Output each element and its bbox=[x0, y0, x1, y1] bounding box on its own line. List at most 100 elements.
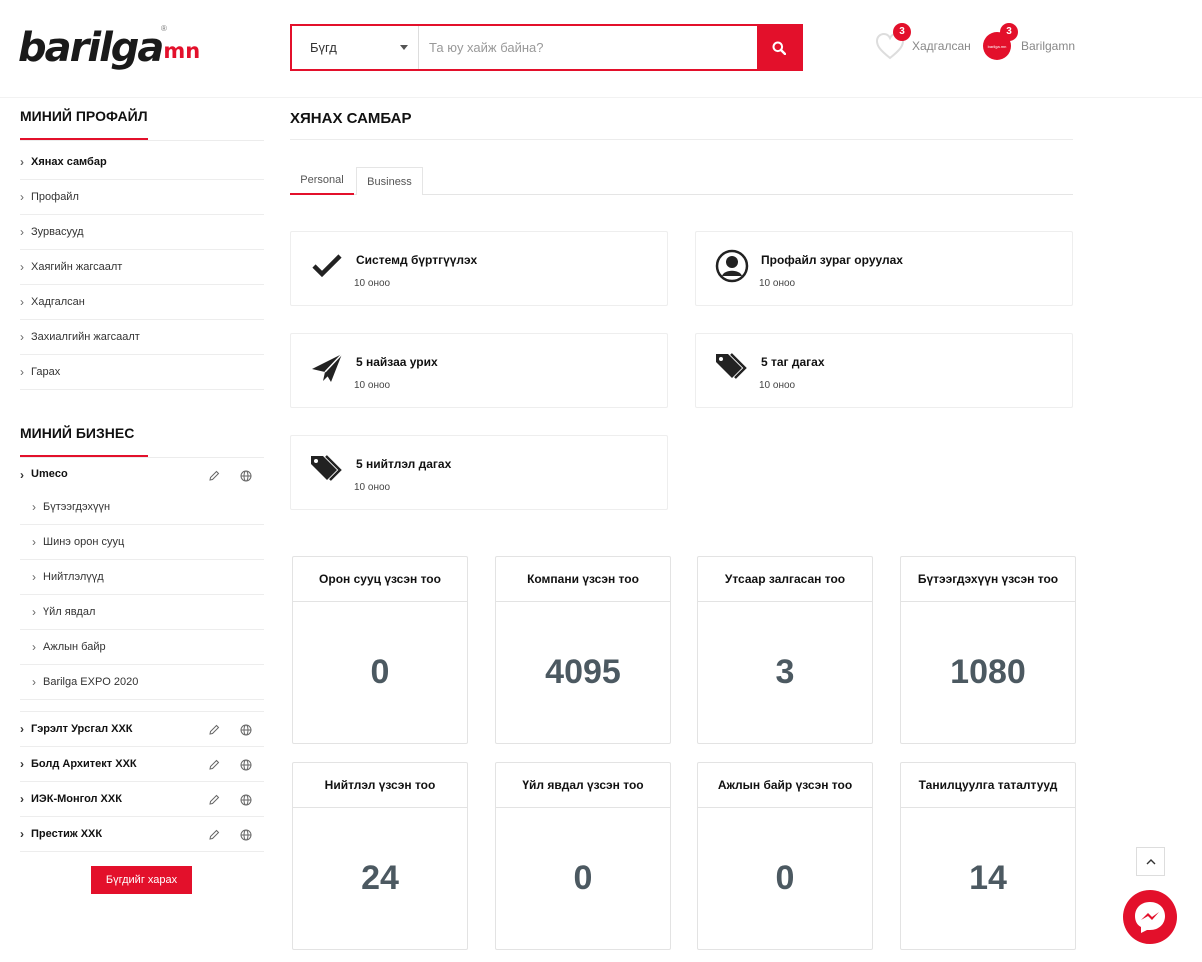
sidebar-item-profile[interactable]: Профайл bbox=[20, 180, 264, 215]
business-section-title: МИНИЙ БИЗНЕС bbox=[20, 425, 264, 457]
divider bbox=[20, 140, 264, 141]
task-title: 5 найзаа урих bbox=[356, 355, 438, 369]
sidebar-item-messages[interactable]: Зурвасууд bbox=[20, 215, 264, 250]
tags-icon bbox=[716, 353, 747, 379]
divider bbox=[20, 700, 264, 712]
tab-personal[interactable]: Personal bbox=[290, 167, 354, 195]
edit-icon[interactable] bbox=[208, 759, 220, 771]
globe-icon[interactable] bbox=[240, 829, 252, 841]
header-divider bbox=[0, 97, 1202, 98]
stat-value: 1080 bbox=[950, 653, 1026, 691]
profile-menu: Хянах самбар Профайл Зурвасууд Хаягийн ж… bbox=[20, 145, 264, 390]
logo-suffix: mn bbox=[163, 39, 201, 63]
edit-icon[interactable] bbox=[208, 794, 220, 806]
sidebar-item-addresses[interactable]: Хаягийн жагсаалт bbox=[20, 250, 264, 285]
stat-value: 0 bbox=[370, 653, 390, 691]
edit-icon[interactable] bbox=[208, 724, 220, 736]
stat-label: Нийтлэл үзсэн тоо bbox=[293, 763, 467, 808]
saved-label: Хадгалсан bbox=[912, 39, 971, 53]
business-name: Umeco bbox=[31, 468, 68, 480]
business-name: Гэрэлт Урсгал ХХК bbox=[31, 723, 133, 735]
task-title: Профайл зураг оруулах bbox=[761, 253, 903, 267]
submenu-item-events[interactable]: Үйл явдал bbox=[20, 595, 264, 630]
task-points: 10 оноо bbox=[354, 278, 391, 289]
sidebar: МИНИЙ ПРОФАЙЛ Хянах самбар Профайл Зурва… bbox=[20, 108, 264, 852]
account-label: Barilgamn bbox=[1021, 39, 1076, 53]
see-all-button[interactable]: Бүгдийг харах bbox=[91, 866, 192, 894]
tab-business[interactable]: Business bbox=[356, 167, 423, 195]
saved-count-badge: 3 bbox=[893, 23, 911, 41]
user-circle-icon bbox=[715, 249, 749, 283]
saved-link[interactable]: 3 Хадгалсан bbox=[875, 23, 971, 60]
business-name: Престиж ХХК bbox=[31, 828, 103, 840]
business-row[interactable]: ИЭК-Монгол ХХК bbox=[20, 782, 264, 817]
globe-icon[interactable] bbox=[240, 724, 252, 736]
check-icon bbox=[312, 254, 342, 278]
task-title: Системд бүртгүүлэх bbox=[356, 253, 478, 267]
task-points: 10 оноо bbox=[354, 380, 391, 391]
sidebar-item-saved[interactable]: Хадгалсан bbox=[20, 285, 264, 320]
stat-value: 4095 bbox=[545, 653, 621, 691]
divider bbox=[290, 139, 1073, 140]
business-submenu: Бүтээгдэхүүн Шинэ орон сууц Нийтлэлүүд Ү… bbox=[20, 490, 264, 700]
page-title: ХЯНАХ САМБАР bbox=[290, 110, 412, 127]
caret-down-icon bbox=[400, 45, 408, 50]
stat-label: Танилцуулга таталтууд bbox=[901, 763, 1075, 808]
submenu-item-products[interactable]: Бүтээгдэхүүн bbox=[20, 490, 264, 525]
tab-bar: Personal Business bbox=[290, 167, 1073, 195]
sidebar-item-logout[interactable]: Гарах bbox=[20, 355, 264, 390]
stat-label: Утсаар залгасан тоо bbox=[698, 557, 872, 602]
task-card[interactable]: Профайл зураг оруулах 10 оноо bbox=[695, 231, 1073, 306]
stat-card: Утсаар залгасан тоо 3 bbox=[697, 556, 873, 744]
stat-label: Бүтээгдэхүүн үзсэн тоо bbox=[901, 557, 1075, 602]
business-row[interactable]: Болд Архитект ХХК bbox=[20, 747, 264, 782]
logo-reg-mark: ® bbox=[161, 24, 167, 33]
account-link[interactable]: barilga.mn 3 Barilgamn bbox=[983, 23, 1076, 60]
stat-label: Орон сууц үзсэн тоо bbox=[293, 557, 467, 602]
search-button[interactable] bbox=[757, 26, 801, 69]
search-icon bbox=[772, 41, 786, 55]
stat-card: Компани үзсэн тоо 4095 bbox=[495, 556, 671, 744]
search-input[interactable] bbox=[419, 26, 757, 69]
site-logo[interactable]: barilga mn ® bbox=[18, 22, 200, 68]
task-card[interactable]: 5 таг дагах 10 оноо bbox=[695, 333, 1073, 408]
business-row[interactable]: Umeco bbox=[20, 458, 264, 490]
stat-label: Ажлын байр үзсэн тоо bbox=[698, 763, 872, 808]
tags-icon bbox=[311, 455, 342, 481]
stat-value: 0 bbox=[775, 859, 795, 897]
category-select-value: Бүгд bbox=[310, 40, 337, 55]
edit-icon[interactable] bbox=[208, 470, 220, 482]
submenu-item-expo[interactable]: Barilga EXPO 2020 bbox=[20, 665, 264, 700]
profile-section-title: МИНИЙ ПРОФАЙЛ bbox=[20, 108, 264, 140]
logo-text: barilga bbox=[18, 25, 164, 71]
globe-icon[interactable] bbox=[240, 759, 252, 771]
edit-icon[interactable] bbox=[208, 829, 220, 841]
stat-label: Компани үзсэн тоо bbox=[496, 557, 670, 602]
task-card[interactable]: Системд бүртгүүлэх 10 оноо bbox=[290, 231, 668, 306]
task-card[interactable]: 5 найзаа урих 10 оноо bbox=[290, 333, 668, 408]
stat-value: 0 bbox=[573, 859, 593, 897]
category-select[interactable]: Бүгд bbox=[292, 26, 419, 69]
sidebar-item-dashboard[interactable]: Хянах самбар bbox=[20, 145, 264, 180]
submenu-item-new-apartments[interactable]: Шинэ орон сууц bbox=[20, 525, 264, 560]
sidebar-item-orders[interactable]: Захиалгийн жагсаалт bbox=[20, 320, 264, 355]
globe-icon[interactable] bbox=[240, 794, 252, 806]
account-count-badge: 3 bbox=[1000, 23, 1018, 41]
stat-card: Үйл явдал үзсэн тоо 0 bbox=[495, 762, 671, 950]
stat-card: Нийтлэл үзсэн тоо 24 bbox=[292, 762, 468, 950]
chevron-up-icon bbox=[1146, 858, 1155, 864]
submenu-item-jobs[interactable]: Ажлын байр bbox=[20, 630, 264, 665]
stat-card: Ажлын байр үзсэн тоо 0 bbox=[697, 762, 873, 950]
business-name: Болд Архитект ХХК bbox=[31, 758, 137, 770]
submenu-item-articles[interactable]: Нийтлэлүүд bbox=[20, 560, 264, 595]
business-row[interactable]: Гэрэлт Урсгал ХХК bbox=[20, 712, 264, 747]
stat-label: Үйл явдал үзсэн тоо bbox=[496, 763, 670, 808]
messenger-chat-button[interactable] bbox=[1123, 890, 1177, 944]
business-row[interactable]: Престиж ХХК bbox=[20, 817, 264, 852]
task-points: 10 оноо bbox=[354, 482, 391, 493]
task-card[interactable]: 5 нийтлэл дагах 10 оноо bbox=[290, 435, 668, 510]
scroll-to-top-button[interactable] bbox=[1136, 847, 1165, 876]
globe-icon[interactable] bbox=[240, 470, 252, 482]
stat-card: Танилцуулга таталтууд 14 bbox=[900, 762, 1076, 950]
messenger-icon bbox=[1135, 902, 1165, 933]
